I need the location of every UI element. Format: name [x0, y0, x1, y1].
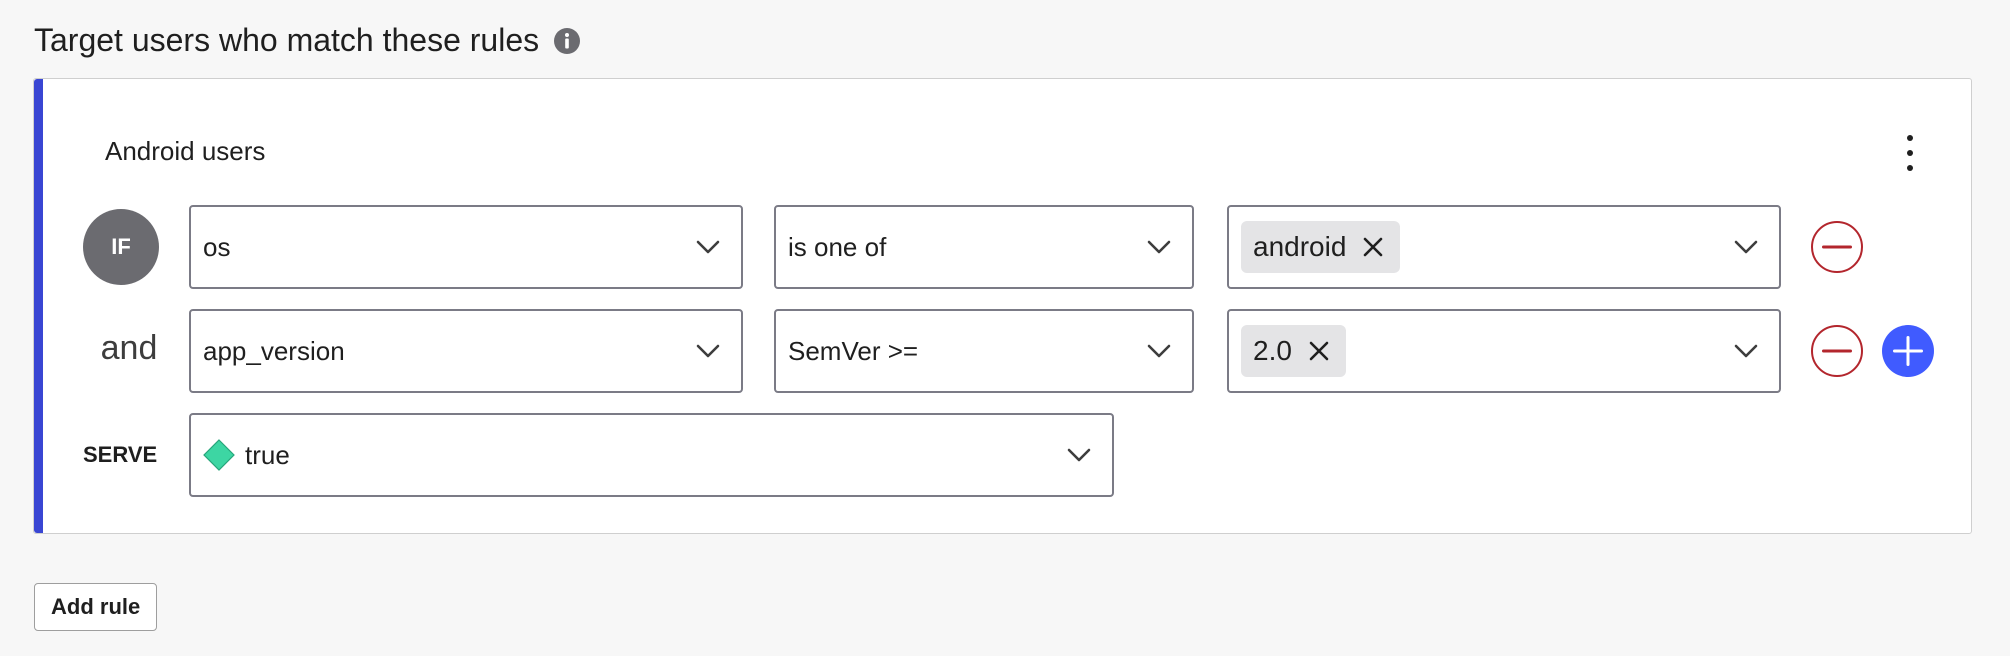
clause-2-operator-select[interactable]: SemVer >=	[774, 309, 1194, 393]
clause-1-attribute-select[interactable]: os	[189, 205, 743, 289]
chevron-down-icon	[1734, 344, 1758, 358]
clause-1-operator-select[interactable]: is one of	[774, 205, 1194, 289]
chevron-down-icon	[1734, 240, 1758, 254]
chevron-down-icon	[696, 240, 720, 254]
value-chip: android	[1241, 221, 1401, 273]
serve-value-label: true	[245, 439, 290, 470]
chevron-down-icon	[1147, 240, 1171, 254]
close-icon[interactable]	[1308, 340, 1330, 362]
clause-2-attribute-select[interactable]: app_version	[189, 309, 743, 393]
chevron-down-icon	[1067, 448, 1091, 462]
if-badge: IF	[83, 209, 159, 285]
minus-circle-icon	[1822, 349, 1852, 353]
remove-clause-1-button[interactable]	[1811, 221, 1863, 273]
chip-label: 2.0	[1253, 335, 1292, 366]
rule-card: Android users IF os is one of android an…	[33, 78, 1972, 534]
clause-2-values-select[interactable]: 2.0	[1227, 309, 1781, 393]
plus-circle-icon	[1893, 336, 1923, 366]
clause-2-attribute-value: app_version	[203, 335, 345, 366]
remove-clause-2-button[interactable]	[1811, 325, 1863, 377]
add-rule-button[interactable]: Add rule	[34, 583, 158, 631]
serve-label: SERVE	[83, 442, 158, 467]
info-icon[interactable]	[553, 27, 581, 55]
section-header: Target users who match these rules	[34, 22, 581, 59]
rule-accent-bar	[34, 79, 43, 533]
value-chip: 2.0	[1241, 325, 1346, 377]
chip-label: android	[1253, 231, 1347, 262]
clause-1-operator-value: is one of	[788, 231, 887, 262]
diamond-icon	[203, 439, 235, 471]
minus-circle-icon	[1822, 245, 1852, 249]
clause-1-attribute-value: os	[203, 231, 231, 262]
and-label: and	[100, 329, 158, 367]
serve-value: true	[203, 439, 1066, 471]
close-icon[interactable]	[1362, 236, 1384, 258]
serve-variation-select[interactable]: true	[189, 413, 1114, 497]
rule-name[interactable]: Android users	[105, 136, 265, 167]
chevron-down-icon	[1147, 344, 1171, 358]
clause-1-values: android	[1241, 221, 1733, 273]
chevron-down-icon	[696, 344, 720, 358]
clause-2-operator-value: SemVer >=	[788, 335, 919, 366]
clause-1-values-select[interactable]: android	[1227, 205, 1781, 289]
kebab-menu-icon[interactable]	[1900, 135, 1920, 171]
clause-2-values: 2.0	[1241, 325, 1733, 377]
section-title: Target users who match these rules	[34, 22, 540, 58]
add-clause-button[interactable]	[1882, 325, 1934, 377]
